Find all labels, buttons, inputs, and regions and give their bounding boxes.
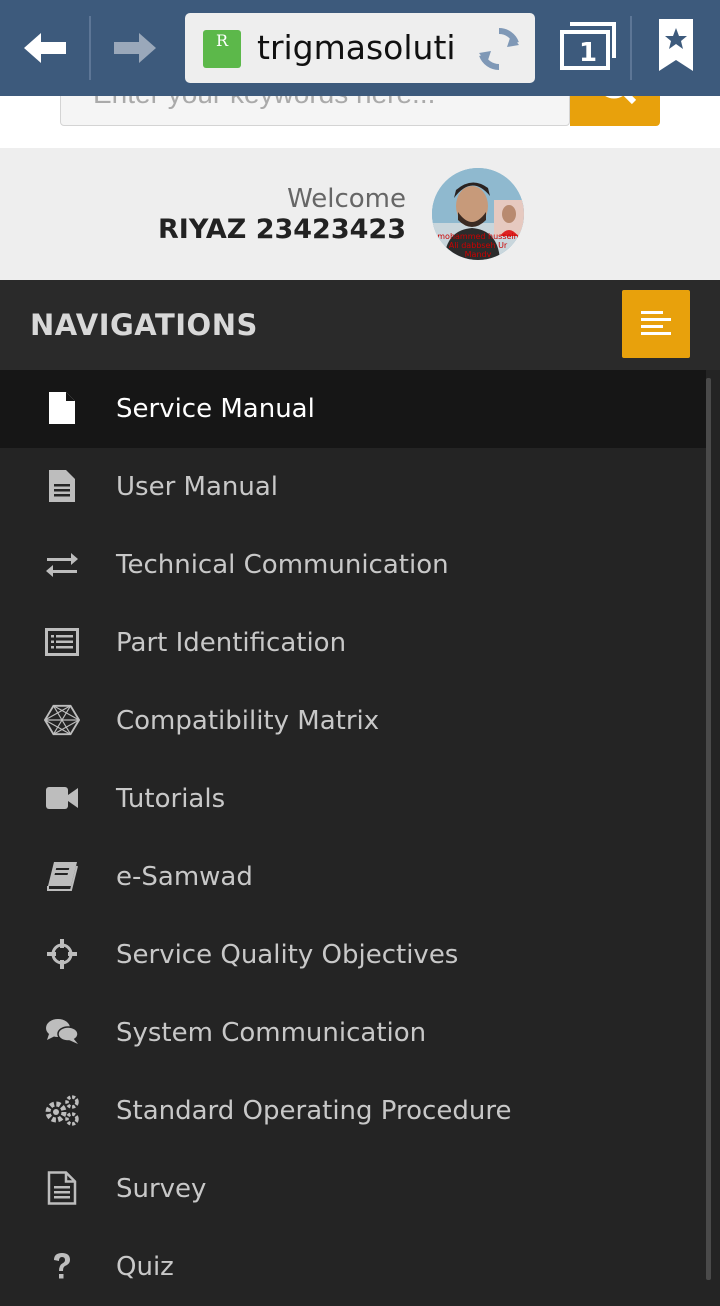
nav-item-service-manual[interactable]: Service Manual bbox=[0, 370, 706, 448]
question-icon bbox=[44, 1248, 80, 1284]
favicon-letter: R bbox=[215, 31, 229, 50]
nav-item-part-identification[interactable]: Part Identification bbox=[0, 604, 706, 682]
forward-arrow-icon bbox=[114, 33, 156, 63]
avatar[interactable]: mohammed hussein Ali dabbseh Ur Mandv bbox=[432, 168, 524, 260]
chat-bubbles-icon bbox=[44, 1014, 80, 1050]
crosshair-icon bbox=[44, 936, 80, 972]
search-strip: Enter your keywords here... bbox=[0, 96, 720, 148]
nav-item-tutorials[interactable]: Tutorials bbox=[0, 760, 706, 838]
nav-item-survey[interactable]: Survey bbox=[0, 1150, 706, 1228]
nav-label: Service Quality Objectives bbox=[116, 940, 459, 970]
site-favicon: R bbox=[203, 30, 241, 68]
book-icon bbox=[44, 858, 80, 894]
navigation-title: NAVIGATIONS bbox=[30, 308, 258, 342]
nav-item-technical-communication[interactable]: Technical Communication bbox=[0, 526, 706, 604]
hexagon-mesh-icon bbox=[44, 702, 80, 738]
nav-item-standard-operating-procedure[interactable]: Standard Operating Procedure bbox=[0, 1072, 706, 1150]
nav-label: Survey bbox=[116, 1174, 207, 1204]
nav-label: Service Manual bbox=[116, 394, 315, 424]
align-left-icon bbox=[641, 311, 671, 335]
nav-label: Tutorials bbox=[116, 784, 226, 814]
toolbar-divider bbox=[630, 16, 632, 80]
welcome-panel: Welcome RIYAZ 23423423 bbox=[0, 148, 720, 280]
search-icon bbox=[605, 96, 637, 105]
browser-toolbar: R trigmasolutic 1 bbox=[0, 0, 720, 96]
nav-label: Standard Operating Procedure bbox=[116, 1096, 512, 1126]
tabs-button[interactable]: 1 bbox=[556, 18, 620, 78]
back-arrow-icon bbox=[24, 33, 66, 63]
nav-label: User Manual bbox=[116, 472, 279, 502]
toolbar-divider bbox=[89, 16, 91, 80]
gears-icon bbox=[44, 1092, 80, 1128]
url-text: trigmasolutic bbox=[257, 28, 457, 67]
nav-label: Quiz bbox=[116, 1252, 174, 1282]
file-icon bbox=[44, 390, 80, 426]
search-button[interactable] bbox=[570, 96, 660, 126]
list-box-icon bbox=[44, 624, 80, 660]
reload-button[interactable] bbox=[475, 25, 523, 73]
nav-label: e-Samwad bbox=[116, 862, 253, 892]
search-input[interactable]: Enter your keywords here... bbox=[60, 96, 570, 126]
address-bar[interactable]: R trigmasolutic bbox=[185, 13, 535, 83]
tab-count: 1 bbox=[578, 38, 598, 68]
welcome-label: Welcome bbox=[287, 184, 406, 214]
nav-label: System Communication bbox=[116, 1018, 427, 1048]
back-button[interactable] bbox=[0, 0, 90, 96]
bookmark-star-icon bbox=[659, 19, 693, 71]
nav-item-e-samwad[interactable]: e-Samwad bbox=[0, 838, 706, 916]
navigation-header: NAVIGATIONS bbox=[0, 280, 720, 370]
bookmark-button[interactable] bbox=[646, 18, 706, 78]
exchange-arrows-icon bbox=[44, 546, 80, 582]
nav-label: Part Identification bbox=[116, 628, 347, 658]
menu-toggle-button[interactable] bbox=[622, 290, 690, 358]
forward-button[interactable] bbox=[92, 0, 178, 96]
nav-item-compatibility-matrix[interactable]: Compatibility Matrix bbox=[0, 682, 706, 760]
document-outline-icon bbox=[44, 1170, 80, 1206]
video-camera-icon bbox=[44, 780, 80, 816]
nav-item-system-communication[interactable]: System Communication bbox=[0, 994, 706, 1072]
document-text-icon bbox=[44, 468, 80, 504]
nav-label: Compatibility Matrix bbox=[116, 706, 380, 736]
nav-item-quiz[interactable]: Quiz bbox=[0, 1228, 706, 1306]
avatar-caption: mohammed hussein Ali dabbseh Ur Mandv bbox=[437, 232, 519, 258]
scrollbar[interactable] bbox=[706, 378, 711, 1280]
reload-icon bbox=[479, 27, 519, 71]
user-name: RIYAZ 23423423 bbox=[158, 214, 406, 245]
nav-item-user-manual[interactable]: User Manual bbox=[0, 448, 706, 526]
nav-label: Technical Communication bbox=[116, 550, 449, 580]
navigation-list: Service Manual User Manual Technical Com… bbox=[0, 370, 706, 1306]
nav-item-service-quality-objectives[interactable]: Service Quality Objectives bbox=[0, 916, 706, 994]
